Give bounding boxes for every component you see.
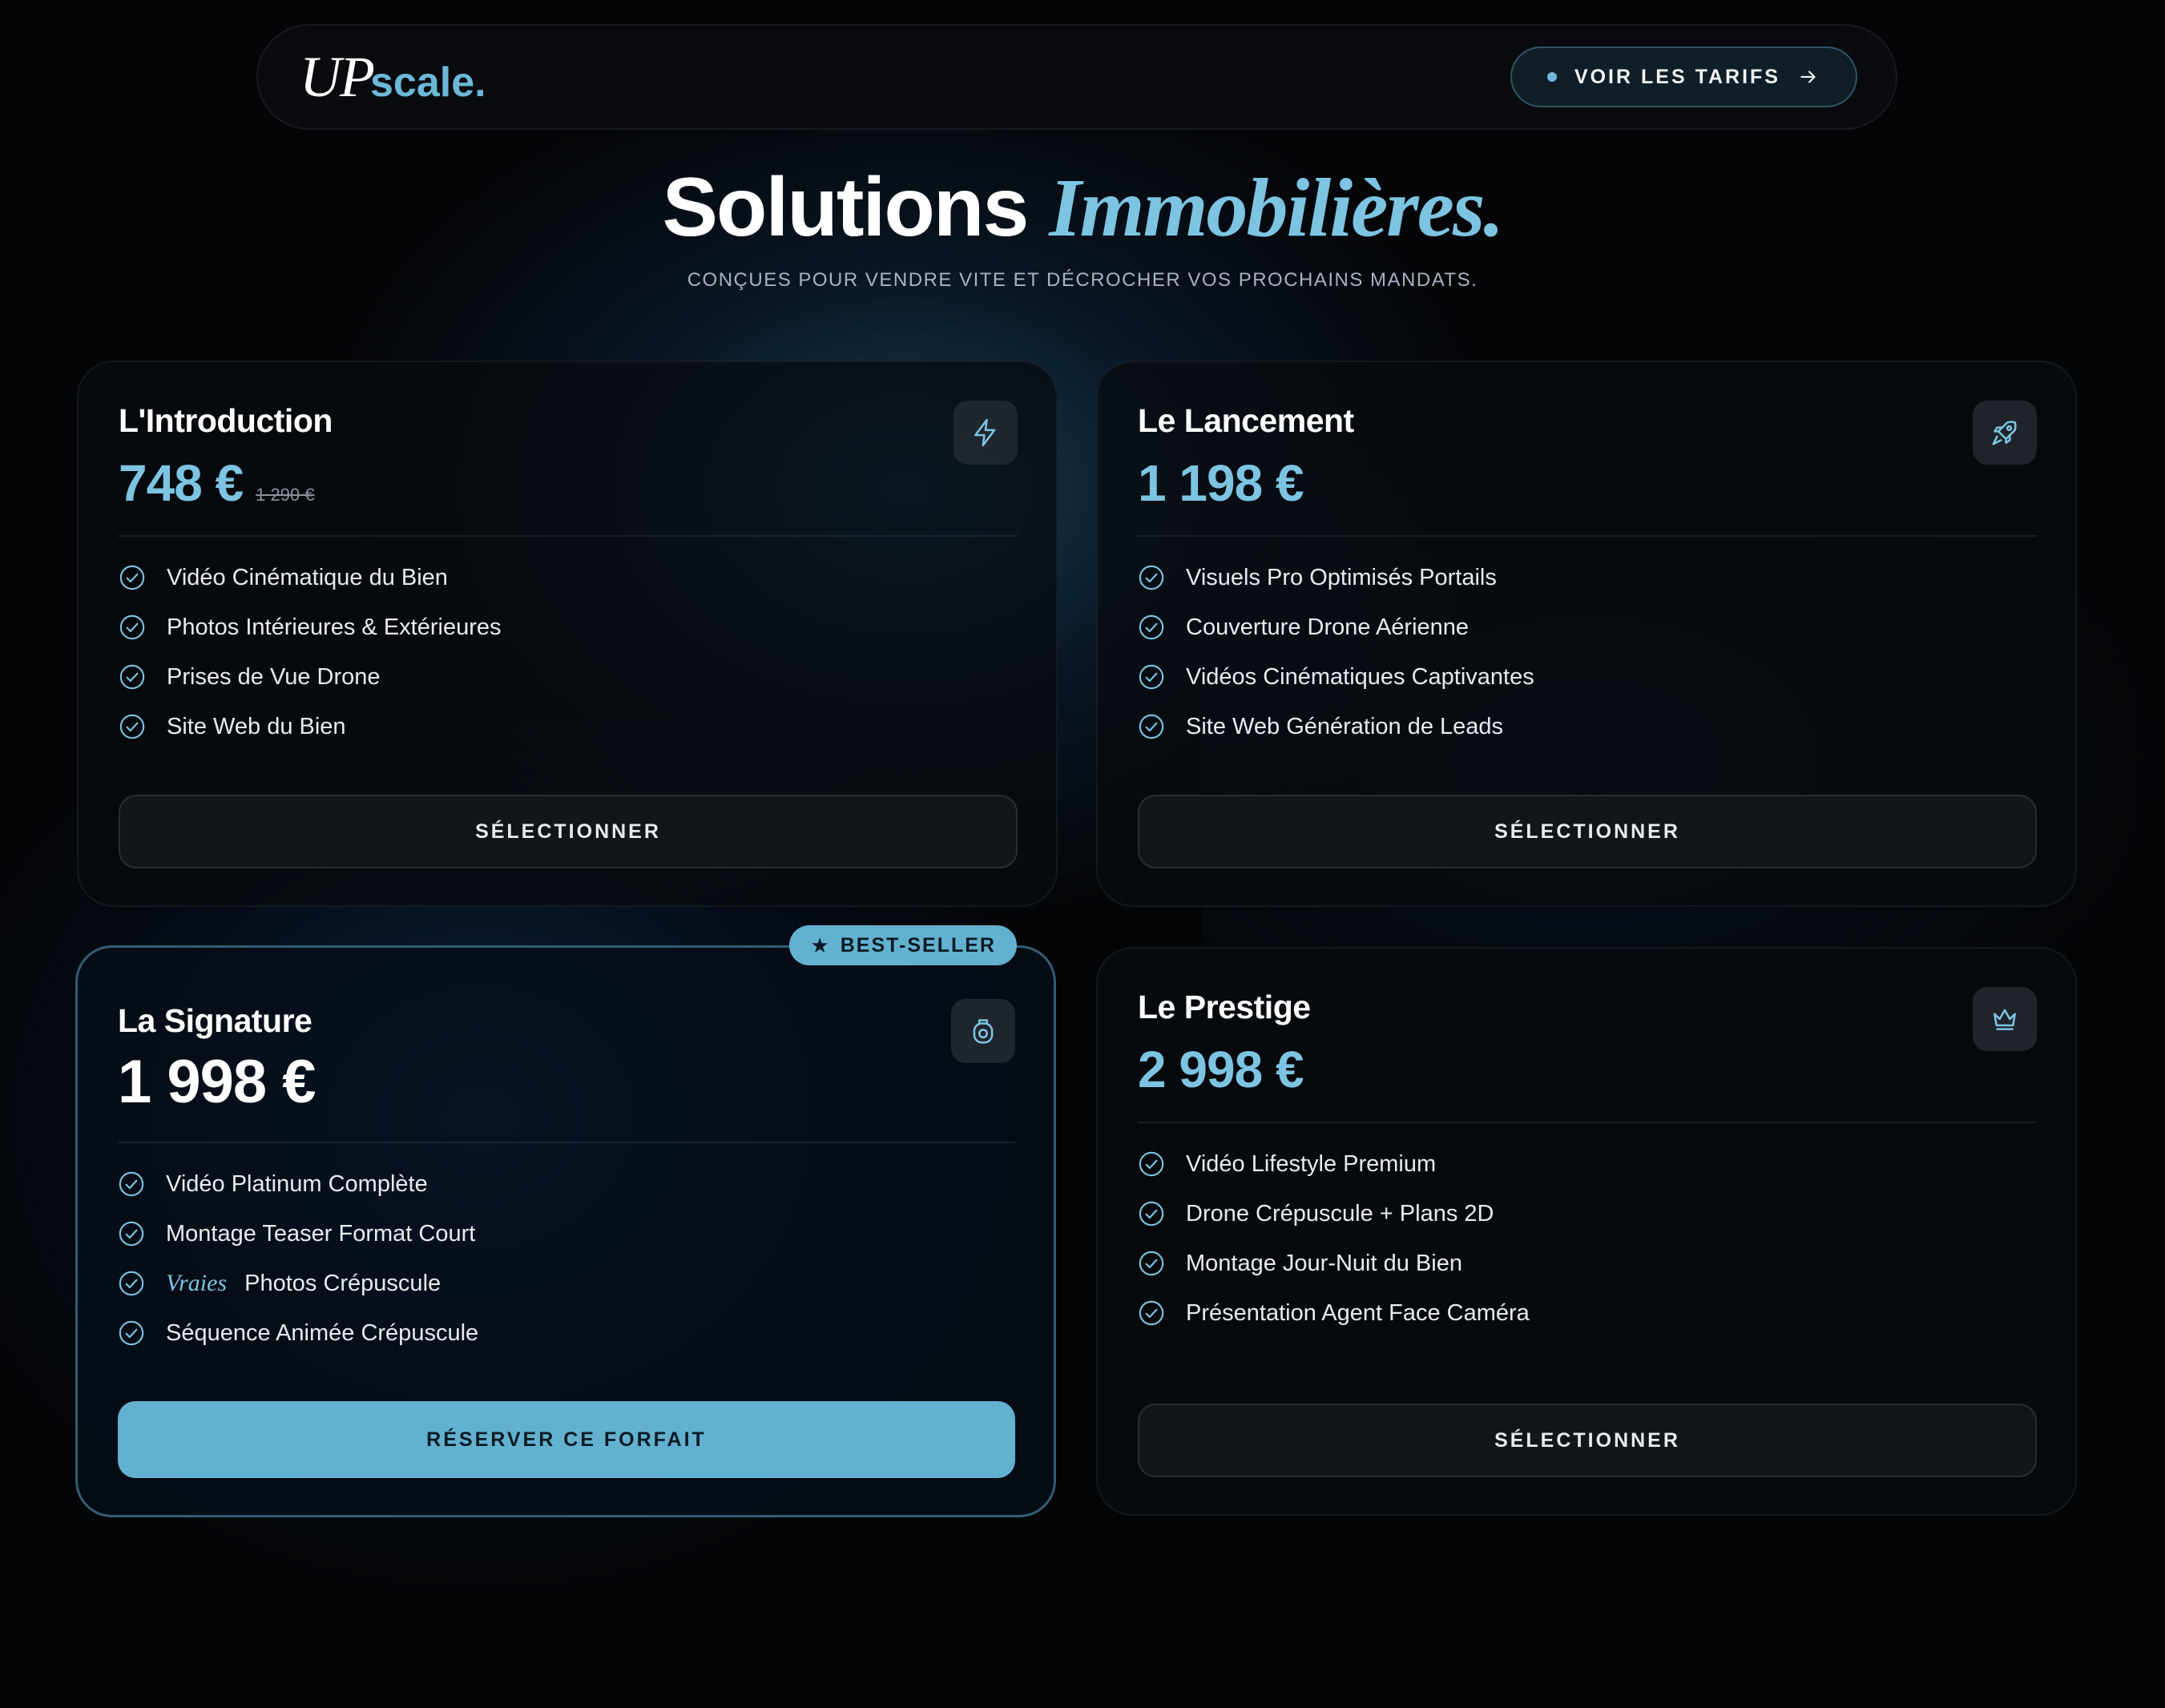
logo-secondary: scale. <box>369 58 486 106</box>
plan-card-introduction: L'Introduction 748 € 1 290 € Vidéo Ciném… <box>77 361 1058 907</box>
feature-text: Montage Jour-Nuit du Bien <box>1186 1250 1462 1276</box>
check-circle-icon <box>1139 664 1164 690</box>
feature-text: Photos Intérieures & Extérieures <box>167 614 502 640</box>
select-plan-button[interactable]: SÉLECTIONNER <box>119 795 1018 868</box>
list-item: Vidéo Platinum Complète <box>118 1159 478 1209</box>
plan-name: L'Introduction <box>119 402 333 439</box>
feature-text: Couverture Drone Aérienne <box>1186 614 1470 640</box>
feature-text: Montage Teaser Format Court <box>166 1220 476 1247</box>
divider <box>1138 535 2037 537</box>
feature-list: Visuels Pro Optimisés Portails Couvertur… <box>1138 553 1534 751</box>
list-item: Vraies Photos Crépuscule <box>118 1259 478 1308</box>
feature-list: Vidéo Cinématique du Bien Photos Intérie… <box>119 553 501 751</box>
feature-list: Vidéo Platinum Complète Montage Teaser F… <box>118 1159 478 1358</box>
check-circle-icon <box>1139 1300 1164 1326</box>
list-item: Montage Teaser Format Court <box>118 1209 478 1259</box>
plan-price-value: 1 198 € <box>1138 454 1304 512</box>
check-circle-icon <box>1139 1151 1164 1177</box>
book-plan-button[interactable]: RÉSERVER CE FORFAIT <box>118 1401 1015 1478</box>
plan-name: La Signature <box>118 1002 312 1039</box>
view-pricing-label: VOIR LES TARIFS <box>1574 65 1780 88</box>
select-plan-button[interactable]: SÉLECTIONNER <box>1138 1404 2037 1477</box>
page-title-main: Solutions <box>662 161 1050 254</box>
feature-text: Visuels Pro Optimisés Portails <box>1186 564 1497 590</box>
check-circle-icon <box>1139 565 1164 590</box>
feature-list: Vidéo Lifestyle Premium Drone Crépuscule… <box>1138 1139 1530 1338</box>
plan-card-signature: ★ BEST-SELLER La Signature 1 998 € Vidéo… <box>75 925 1056 1517</box>
page-title-accent: Immobilières. <box>1049 162 1504 254</box>
select-plan-button[interactable]: SÉLECTIONNER <box>1138 795 2037 868</box>
view-pricing-button[interactable]: VOIR LES TARIFS <box>1510 46 1857 107</box>
feature-text: Site Web Génération de Leads <box>1186 713 1504 739</box>
check-circle-icon <box>119 1320 144 1346</box>
camera-lens-icon <box>951 999 1015 1063</box>
list-item: Visuels Pro Optimisés Portails <box>1138 553 1534 602</box>
divider <box>1138 1122 2037 1123</box>
check-circle-icon <box>119 714 145 739</box>
plan-price-value: 1 998 € <box>118 1048 316 1116</box>
feature-text: Séquence Animée Crépuscule <box>166 1319 479 1346</box>
plan-price-value: 2 998 € <box>1138 1041 1304 1098</box>
feature-text: Photos Crépuscule <box>244 1270 441 1296</box>
plan-old-price: 1 290 € <box>256 485 315 505</box>
check-circle-icon <box>1139 1251 1164 1276</box>
check-circle-icon <box>1139 1201 1164 1227</box>
plan-price-value: 748 € <box>119 454 244 512</box>
feature-text: Drone Crépuscule + Plans 2D <box>1186 1200 1494 1227</box>
navbar: UP scale. VOIR LES TARIFS <box>256 24 1897 130</box>
divider <box>118 1142 1015 1143</box>
rocket-icon <box>1973 401 2037 465</box>
check-circle-icon <box>1139 614 1164 640</box>
feature-text: Vidéos Cinématiques Captivantes <box>1186 663 1534 690</box>
lightning-icon <box>953 401 1018 465</box>
star-icon: ★ <box>810 933 831 957</box>
feature-text: Prises de Vue Drone <box>167 663 381 690</box>
check-circle-icon <box>119 1271 144 1296</box>
best-seller-badge: ★ BEST-SELLER <box>789 925 1017 965</box>
list-item: Séquence Animée Crépuscule <box>118 1308 478 1358</box>
plan-price: 748 € 1 290 € <box>119 453 315 513</box>
check-circle-icon <box>1139 714 1164 739</box>
list-item: Site Web Génération de Leads <box>1138 702 1534 751</box>
list-item: Vidéos Cinématiques Captivantes <box>1138 652 1534 702</box>
feature-text: Vidéo Platinum Complète <box>166 1170 428 1197</box>
crown-icon <box>1973 987 2037 1051</box>
feature-text: Site Web du Bien <box>167 713 346 739</box>
plan-card-prestige: Le Prestige 2 998 € Vidéo Lifestyle Prem… <box>1096 947 2077 1516</box>
plan-price: 1 198 € <box>1138 453 1304 513</box>
feature-text: Vidéo Cinématique du Bien <box>167 564 448 590</box>
list-item: Montage Jour-Nuit du Bien <box>1138 1239 1530 1288</box>
list-item: Photos Intérieures & Extérieures <box>119 602 501 652</box>
feature-text: Vidéo Lifestyle Premium <box>1186 1150 1437 1177</box>
feature-text: Présentation Agent Face Caméra <box>1186 1299 1530 1326</box>
check-circle-icon <box>119 565 145 590</box>
logo-primary: UP <box>300 44 375 109</box>
plan-price: 2 998 € <box>1138 1040 1304 1099</box>
check-circle-icon <box>119 664 145 690</box>
list-item: Drone Crépuscule + Plans 2D <box>1138 1189 1530 1239</box>
page-subtitle: CONÇUES POUR VENDRE VITE ET DÉCROCHER VO… <box>687 269 1478 291</box>
badge-label: BEST-SELLER <box>840 933 996 957</box>
list-item: Vidéo Cinématique du Bien <box>119 553 501 602</box>
list-item: Prises de Vue Drone <box>119 652 501 702</box>
plan-name: Le Prestige <box>1138 989 1311 1025</box>
status-dot-icon <box>1546 72 1557 82</box>
list-item: Vidéo Lifestyle Premium <box>1138 1139 1530 1189</box>
plan-name: Le Lancement <box>1138 402 1354 439</box>
list-item: Couverture Drone Aérienne <box>1138 602 1534 652</box>
plan-price: 1 998 € <box>118 1047 316 1117</box>
feature-text-wrap: Vraies Photos Crépuscule <box>166 1270 441 1297</box>
feature-highlight: Vraies <box>166 1270 228 1296</box>
check-circle-icon <box>119 1171 144 1197</box>
divider <box>119 535 1018 537</box>
plan-card-lancement: Le Lancement 1 198 € Visuels Pro Optimis… <box>1096 361 2077 907</box>
page-title: Solutions Immobilières. <box>0 160 2165 256</box>
list-item: Site Web du Bien <box>119 702 501 751</box>
logo[interactable]: UP scale. <box>300 44 486 111</box>
check-circle-icon <box>119 614 145 640</box>
list-item: Présentation Agent Face Caméra <box>1138 1288 1530 1338</box>
check-circle-icon <box>119 1221 144 1247</box>
arrow-right-icon <box>1800 70 1816 83</box>
